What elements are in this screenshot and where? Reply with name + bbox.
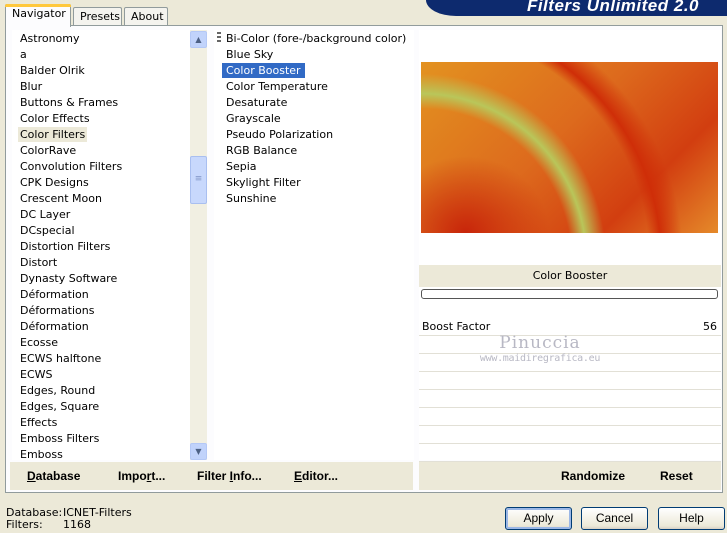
tab-about[interactable]: About (124, 7, 168, 26)
app-title-banner: Filters Unlimited 2.0 (426, 0, 727, 16)
effect-name: Color Booster (532, 269, 608, 282)
filter-item[interactable]: Blue Sky (222, 47, 277, 62)
param-value: 56 (703, 320, 717, 333)
category-item[interactable]: Déformation (18, 287, 91, 302)
filter-item[interactable]: Skylight Filter (222, 175, 305, 190)
scroll-thumb[interactable]: ≡ (190, 156, 207, 204)
editor-button[interactable]: Editor... (294, 469, 338, 483)
category-item[interactable]: Astronomy (18, 31, 82, 46)
preview-image[interactable] (421, 62, 718, 233)
randomize-button[interactable]: Randomize (561, 469, 625, 483)
category-list[interactable]: Astronomy a Balder Olrik Blur Buttons & … (12, 30, 206, 460)
category-item[interactable]: Edges, Round (18, 383, 97, 398)
filter-item[interactable]: Sepia (222, 159, 261, 174)
filter-item[interactable]: Sunshine (222, 191, 280, 206)
drag-grip-icon (217, 32, 221, 44)
filter-item[interactable]: Desaturate (222, 95, 291, 110)
param-row-empty (419, 408, 721, 426)
tab-presets[interactable]: Presets (73, 7, 122, 26)
param-label: Boost Factor (422, 320, 491, 333)
tab-about-label: About (131, 10, 164, 23)
category-scrollbar[interactable]: ▲ ≡ ▼ (190, 30, 207, 460)
scroll-up-button[interactable]: ▲ (190, 31, 207, 48)
category-item[interactable]: ColorRave (18, 143, 78, 158)
reset-button[interactable]: Reset (660, 469, 693, 483)
param-row-empty (419, 390, 721, 408)
category-item[interactable]: CPK Designs (18, 175, 91, 190)
import-button-label-b: t... (151, 469, 166, 483)
category-item[interactable]: ECWS (18, 367, 55, 382)
database-button-mnemonic: D (27, 469, 36, 483)
category-item[interactable]: Convolution Filters (18, 159, 124, 174)
param-row-empty (419, 372, 721, 390)
filter-item-selected[interactable]: Color Booster (222, 63, 305, 78)
category-item[interactable]: Distort (18, 255, 59, 270)
category-item[interactable]: Effects (18, 415, 59, 430)
list-actions-bar: Database Import... Filter Info... Editor… (10, 462, 413, 490)
param-row-boost-factor[interactable]: Boost Factor 56 (419, 318, 721, 336)
category-item[interactable]: Edges, Square (18, 399, 101, 414)
filter-item[interactable]: Grayscale (222, 111, 285, 126)
category-item[interactable]: Blur (18, 79, 44, 94)
category-item[interactable]: Dynasty Software (18, 271, 119, 286)
tab-navigator-label: Navigator (12, 7, 66, 20)
category-item[interactable]: Distortion Filters (18, 239, 112, 254)
effect-name-bar: Color Booster (419, 265, 721, 287)
filter-list[interactable]: Bi-Color (fore-/background color) Blue S… (214, 30, 414, 460)
apply-button[interactable]: Apply (505, 507, 572, 530)
filter-item[interactable]: Bi-Color (fore-/background color) (222, 31, 410, 46)
grip-lines-icon: ≡ (194, 174, 203, 184)
category-item[interactable]: ECWS halftone (18, 351, 103, 366)
category-item[interactable]: Buttons & Frames (18, 95, 120, 110)
category-item[interactable]: Color Effects (18, 111, 92, 126)
filter-item[interactable]: Pseudo Polarization (222, 127, 337, 142)
preview-actions-bar: Randomize Reset (419, 462, 721, 490)
filter-item[interactable]: RGB Balance (222, 143, 301, 158)
category-item[interactable]: Crescent Moon (18, 191, 104, 206)
database-button-label: atabase (35, 469, 81, 483)
status-filters-label: Filters: (6, 518, 43, 531)
param-row-empty (419, 426, 721, 444)
category-item[interactable]: a (18, 47, 29, 62)
category-item[interactable]: Ecosse (18, 335, 60, 350)
import-button[interactable]: Import... (118, 469, 165, 483)
category-item[interactable]: DC Layer (18, 207, 72, 222)
tab-navigator[interactable]: Navigator (5, 4, 71, 27)
category-item-selected[interactable]: Color Filters (18, 127, 88, 142)
category-item[interactable]: Balder Olrik (18, 63, 87, 78)
filter-item[interactable]: Color Temperature (222, 79, 332, 94)
status-filters-value: 1168 (63, 518, 91, 531)
param-row-empty (419, 444, 721, 462)
category-item[interactable]: Emboss Filters (18, 431, 101, 446)
filter-info-button-label-b: nfo... (233, 469, 262, 483)
progress-bar (421, 289, 718, 299)
param-row-empty (419, 336, 721, 354)
database-button[interactable]: Database (27, 469, 80, 483)
filter-info-button[interactable]: Filter Info... (197, 469, 262, 483)
category-item[interactable]: Déformations (18, 303, 96, 318)
filter-info-button-label-a: Filter (197, 469, 230, 483)
chevron-down-icon: ▼ (195, 447, 202, 456)
import-button-label-a: Impo (118, 469, 147, 483)
category-item[interactable]: Emboss (18, 447, 65, 460)
editor-button-label: ditor... (302, 469, 339, 483)
param-row-empty (419, 354, 721, 372)
status-filters: Filters: 1168 (6, 518, 91, 531)
tab-presets-label: Presets (80, 10, 121, 23)
chevron-up-icon: ▲ (195, 35, 202, 44)
scroll-down-button[interactable]: ▼ (190, 443, 207, 460)
cancel-button[interactable]: Cancel (581, 507, 648, 530)
category-item[interactable]: DCspecial (18, 223, 77, 238)
category-item[interactable]: Déformation (18, 319, 91, 334)
editor-button-mnemonic: E (294, 469, 303, 483)
help-button[interactable]: Help (658, 507, 725, 530)
